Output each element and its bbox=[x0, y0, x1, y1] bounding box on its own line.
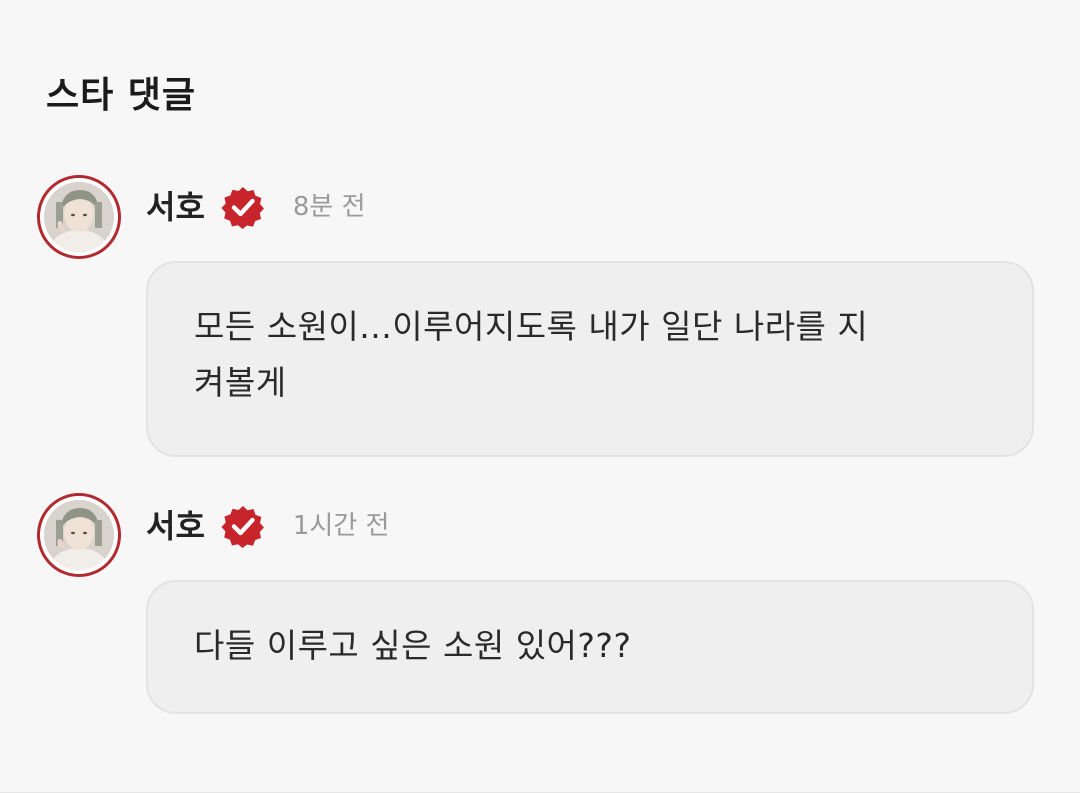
comment-meta: 서호 8분 전 bbox=[146, 183, 366, 231]
comment-time: 8분 전 bbox=[292, 192, 366, 222]
comment-meta: 서호 1시간 전 bbox=[146, 502, 389, 550]
author-name[interactable]: 서호 bbox=[146, 506, 205, 546]
avatar[interactable] bbox=[37, 493, 121, 577]
avatar-image bbox=[44, 182, 114, 252]
star-comments-page: 스타 댓글 서호 8분 전 모든 소원이...이루어지도록 내가 일단 나라를 … bbox=[0, 0, 1080, 793]
comment-time: 1시간 전 bbox=[292, 511, 390, 541]
avatar-image bbox=[44, 500, 114, 570]
verified-badge-icon bbox=[221, 185, 265, 229]
section-title: 스타 댓글 bbox=[46, 75, 197, 116]
verified-badge-icon bbox=[221, 504, 265, 548]
comment-bubble: 모든 소원이...이루어지도록 내가 일단 나라를 지 켜볼게 bbox=[146, 261, 1034, 457]
avatar[interactable] bbox=[37, 175, 121, 259]
comment-text: 다들 이루고 싶은 소원 있어??? bbox=[194, 626, 632, 665]
comment-text: 모든 소원이...이루어지도록 내가 일단 나라를 지 켜볼게 bbox=[194, 307, 869, 402]
comment-bubble: 다들 이루고 싶은 소원 있어??? bbox=[146, 580, 1034, 714]
author-name[interactable]: 서호 bbox=[146, 187, 205, 227]
